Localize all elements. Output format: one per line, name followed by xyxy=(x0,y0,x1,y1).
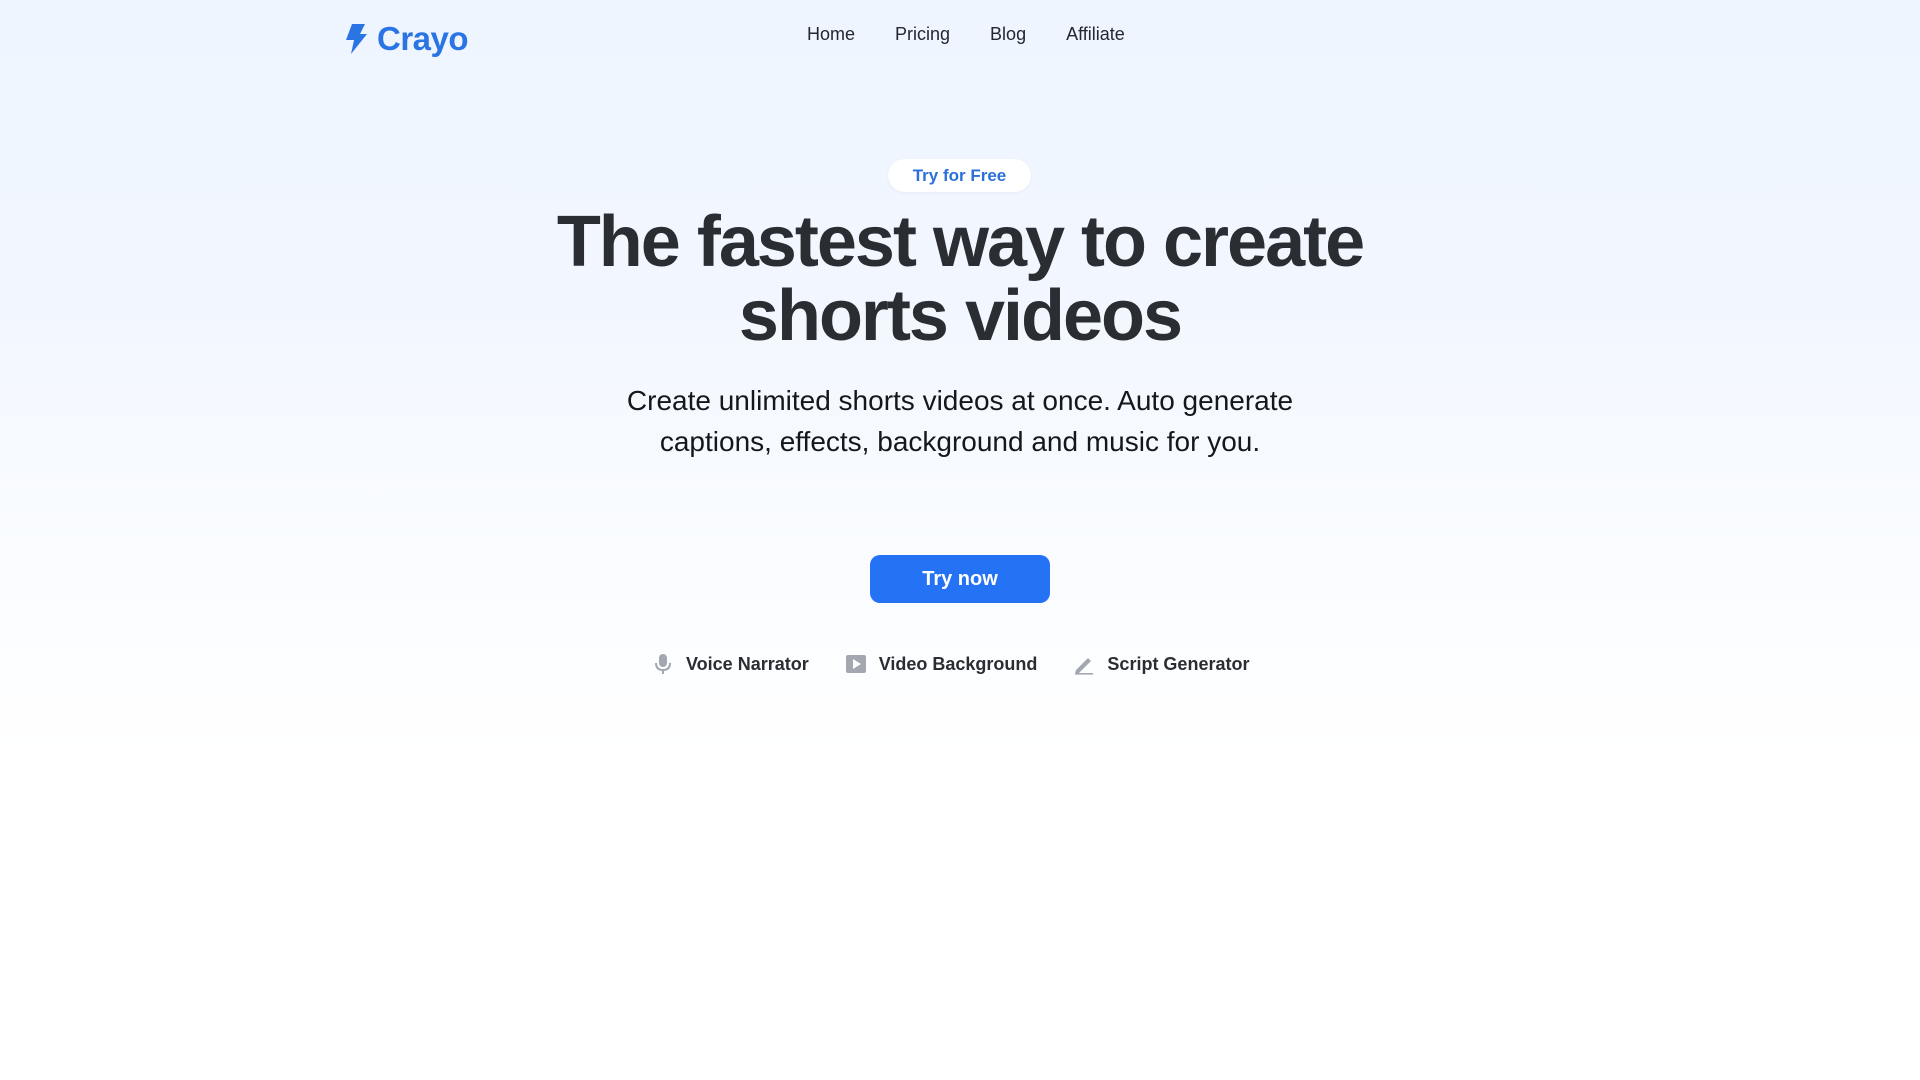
hero-headline-line2: shorts videos xyxy=(738,276,1183,356)
hero-subtitle: Create unlimited shorts videos at once. … xyxy=(626,385,1294,457)
main-nav: Home Pricing Blog Affiliate xyxy=(807,24,1125,45)
video-play-icon xyxy=(845,653,867,675)
nav-link-affiliate[interactable]: Affiliate xyxy=(1066,24,1125,45)
nav-link-pricing[interactable]: Pricing xyxy=(895,24,950,45)
feature-label: Voice Narrator xyxy=(686,653,809,674)
hero-headline: The fastest way to create shorts videos xyxy=(460,205,1460,353)
feature-video-background: Video Background xyxy=(845,653,1038,675)
feature-list: Voice Narrator Video Background Script G… xyxy=(652,650,1249,678)
hero-headline-line1: The fastest way to create xyxy=(556,202,1365,282)
feature-script-generator: Script Generator xyxy=(1073,653,1249,675)
feature-label: Script Generator xyxy=(1107,653,1250,674)
try-for-free-badge: Try for Free xyxy=(888,159,1031,192)
pencil-icon xyxy=(1073,653,1095,675)
lightning-bolt-icon xyxy=(343,23,369,55)
feature-label: Video Background xyxy=(878,653,1038,674)
site-header: Crayo Home Pricing Blog Affiliate xyxy=(0,0,1920,78)
microphone-icon xyxy=(652,653,674,675)
nav-link-blog[interactable]: Blog xyxy=(990,24,1026,45)
feature-voice-narrator: Voice Narrator xyxy=(652,653,809,675)
try-now-button[interactable]: Try now xyxy=(870,555,1050,603)
brand-logo-link[interactable]: Crayo xyxy=(343,16,469,62)
nav-link-home[interactable]: Home xyxy=(807,24,855,45)
brand-name: Crayo xyxy=(377,20,469,57)
